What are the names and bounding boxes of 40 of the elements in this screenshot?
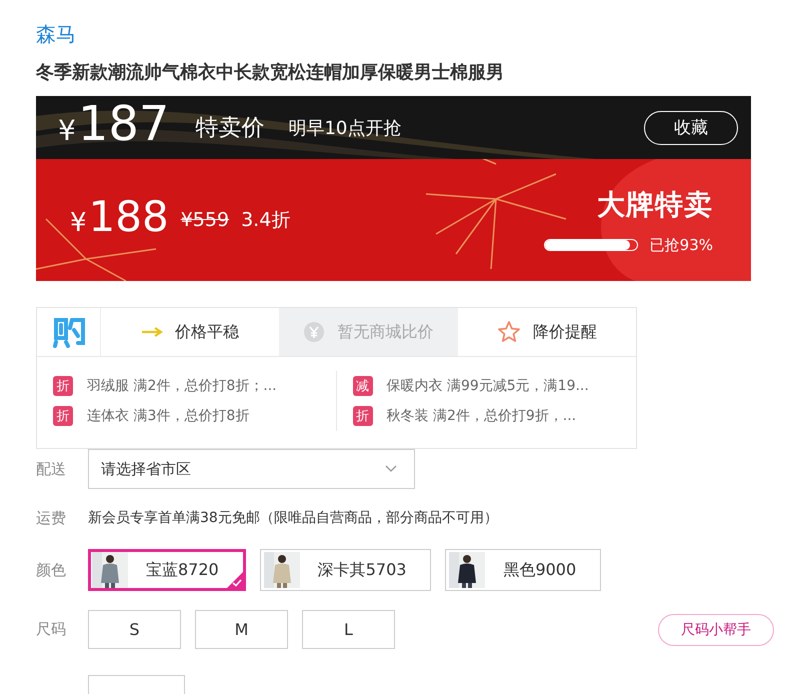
sale-price: ¥188 xyxy=(70,192,169,243)
star-icon xyxy=(496,320,521,344)
start-time: 明早10点开抢 xyxy=(288,116,402,140)
color-option[interactable]: 深卡其5703 xyxy=(260,549,432,591)
yen-coin-icon xyxy=(303,321,326,343)
check-corner-icon xyxy=(226,572,243,588)
arrow-icon xyxy=(141,327,164,337)
promo-text[interactable]: 羽绒服 满2件，总价打8折；... xyxy=(87,377,277,395)
field-label: 尺码 xyxy=(36,620,67,639)
promo-tag: 折 xyxy=(53,406,73,426)
color-option[interactable]: 宝蓝8720 xyxy=(88,549,246,591)
favorite-button[interactable]: 收藏 xyxy=(644,110,738,144)
promo-tag: 折 xyxy=(352,406,372,426)
size-option[interactable]: M xyxy=(195,610,288,649)
promo-text[interactable]: 保暖内衣 满99元减5元，满19... xyxy=(386,377,589,395)
sold-percent: 已抢93% xyxy=(650,236,713,254)
field-label: 运费 xyxy=(36,508,67,528)
flash-price-label: 特卖价 xyxy=(195,114,264,143)
promo-tag: 折 xyxy=(53,376,73,396)
chevron-down-icon xyxy=(385,465,397,473)
flash-price: ¥187 xyxy=(58,96,170,154)
promo-text[interactable]: 连体衣 满3件，总价打8折 xyxy=(87,407,250,425)
price-info-tab[interactable]: 降价提醒 xyxy=(458,308,636,356)
cart-logo-icon xyxy=(52,316,86,348)
discount-rate: 3.4折 xyxy=(241,208,290,233)
brand-link[interactable]: 森马 xyxy=(36,20,76,48)
field-label: 配送 xyxy=(36,460,67,478)
field-label: 颜色 xyxy=(36,560,67,580)
region-select[interactable]: 请选择省市区 xyxy=(88,449,415,489)
product-title: 冬季新款潮流帅气棉衣中长款宽松连帽加厚保暖男士棉服男 xyxy=(36,61,505,85)
color-option[interactable]: 黑色9000 xyxy=(445,549,602,591)
original-price: ¥559 xyxy=(180,209,230,231)
size-helper-button[interactable]: 尺码小帮手 xyxy=(658,614,774,646)
promo-text[interactable]: 秋冬装 满2件，总价打9折，... xyxy=(386,407,576,425)
promo-tag: 减 xyxy=(352,376,372,396)
size-option[interactable]: S xyxy=(88,610,181,649)
price-info-tab[interactable]: 价格平稳 xyxy=(101,308,280,356)
size-option[interactable]: L xyxy=(302,610,395,649)
shipping-note: 新会员专享首单满38元免邮（限唯品自营商品，部分商品不可用） xyxy=(88,509,498,527)
sale-banner-title: 大牌特卖 xyxy=(597,186,713,222)
